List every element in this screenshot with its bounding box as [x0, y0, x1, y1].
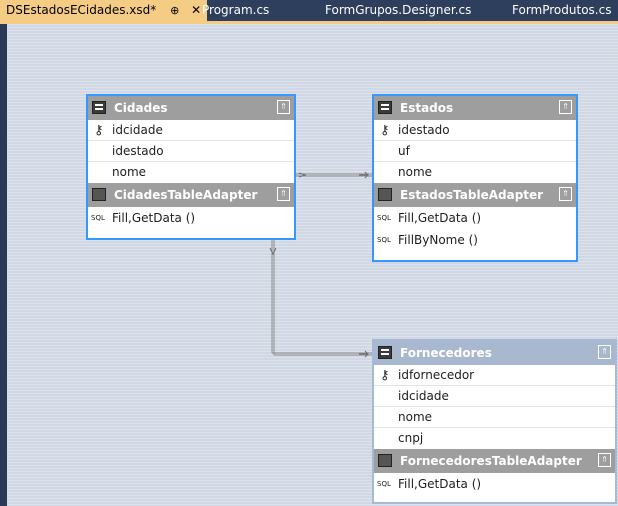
- column-row[interactable]: ⚷ idfornecedor: [374, 365, 615, 386]
- sql-query-icon: SQL: [91, 214, 105, 222]
- query-row[interactable]: SQL Fill,GetData (): [374, 207, 576, 229]
- sql-query-icon: SQL: [377, 236, 391, 244]
- sql-query-icon: SQL: [377, 480, 391, 488]
- relation-endpoint-icon: [298, 171, 369, 179]
- column-row[interactable]: idestado: [88, 141, 294, 162]
- query-name: FillByNome (): [398, 233, 478, 247]
- pin-icon[interactable]: ⊕: [170, 4, 179, 17]
- column-row[interactable]: uf: [374, 141, 576, 162]
- collapse-icon[interactable]: ⇑: [559, 100, 572, 114]
- query-row[interactable]: SQL Fill,GetData (): [88, 207, 294, 229]
- column-row[interactable]: nome: [374, 407, 615, 428]
- tableadapter-title: EstadosTableAdapter: [400, 188, 544, 202]
- collapse-icon[interactable]: ⇑: [559, 187, 572, 201]
- tab-formprodutos-cs[interactable]: FormProdutos.cs: [512, 0, 611, 21]
- datatable-header[interactable]: Estados ⇑: [374, 96, 576, 120]
- column-name: idestado: [398, 123, 450, 137]
- query-row[interactable]: SQL Fill,GetData (): [374, 473, 615, 495]
- datatable-title: Fornecedores: [400, 346, 492, 360]
- column-row[interactable]: ⚷ idcidade: [88, 120, 294, 141]
- relation-endpoint-icon: [269, 247, 369, 358]
- tableadapter-icon: [378, 188, 392, 201]
- tableadapter-title: FornecedoresTableAdapter: [400, 454, 582, 468]
- tab-formgrupos-designer[interactable]: FormGrupos.Designer.cs: [325, 0, 471, 21]
- relation-cidades-fornecedores: [271, 239, 372, 356]
- column-name: idcidade: [112, 123, 163, 137]
- datatable-icon: [92, 101, 106, 114]
- document-tab-strip: DSEstadosECidades.xsd* ⊕ ✕ Program.cs Fo…: [0, 0, 618, 24]
- tab-program-cs[interactable]: Program.cs: [202, 0, 269, 21]
- datatable-estados[interactable]: Estados ⇑ ⚷ idestado uf nome EstadosTabl…: [372, 94, 578, 262]
- dataset-designer-canvas[interactable]: Cidades ⇑ ⚷ idcidade idestado nome Cidad…: [7, 24, 618, 506]
- column-row[interactable]: idcidade: [374, 386, 615, 407]
- key-icon: ⚷: [94, 123, 104, 138]
- tab-label: DSEstadosECidades.xsd*: [6, 3, 157, 17]
- datatable-icon: [378, 101, 392, 114]
- column-row[interactable]: cnpj: [374, 428, 615, 449]
- tableadapter-icon: [92, 188, 106, 201]
- sql-query-icon: SQL: [377, 214, 391, 222]
- column-name: uf: [398, 144, 410, 158]
- tableadapter-icon: [378, 454, 392, 467]
- query-name: Fill,GetData (): [398, 477, 482, 491]
- collapse-icon[interactable]: ⇑: [598, 453, 611, 467]
- column-name: cnpj: [398, 431, 424, 445]
- datatable-icon: [378, 346, 392, 359]
- column-row[interactable]: nome: [374, 162, 576, 183]
- column-name: idestado: [112, 144, 164, 158]
- tableadapter-header[interactable]: EstadosTableAdapter ⇑: [374, 183, 576, 207]
- query-name: Fill,GetData (): [398, 211, 482, 225]
- collapse-icon[interactable]: ⇑: [277, 100, 290, 114]
- tab-dsestadosecidades[interactable]: DSEstadosECidades.xsd* ⊕ ✕: [0, 0, 208, 21]
- column-name: nome: [112, 165, 147, 179]
- tableadapter-header[interactable]: FornecedoresTableAdapter ⇑: [374, 449, 615, 473]
- tableadapter-title: CidadesTableAdapter: [114, 188, 258, 202]
- column-row[interactable]: nome: [88, 162, 294, 183]
- column-name: nome: [398, 165, 433, 179]
- column-name: idfornecedor: [398, 368, 475, 382]
- tab-label: Program.cs: [202, 3, 270, 17]
- datatable-header[interactable]: Fornecedores ⇑: [374, 341, 615, 365]
- datatable-cidades[interactable]: Cidades ⇑ ⚷ idcidade idestado nome Cidad…: [86, 94, 296, 240]
- key-icon: ⚷: [380, 123, 390, 138]
- datatable-fornecedores[interactable]: Fornecedores ⇑ ⚷ idfornecedor idcidade n…: [372, 339, 617, 504]
- datatable-title: Cidades: [114, 101, 168, 115]
- datatable-title: Estados: [400, 101, 454, 115]
- close-icon[interactable]: ✕: [191, 3, 201, 17]
- query-name: Fill,GetData (): [112, 211, 196, 225]
- key-icon: ⚷: [380, 368, 390, 383]
- column-name: idcidade: [398, 389, 449, 403]
- query-row[interactable]: SQL FillByNome (): [374, 229, 576, 251]
- datatable-header[interactable]: Cidades ⇑: [88, 96, 294, 120]
- tableadapter-header[interactable]: CidadesTableAdapter ⇑: [88, 183, 294, 207]
- collapse-icon[interactable]: ⇑: [277, 187, 290, 201]
- column-name: nome: [398, 410, 433, 424]
- tab-label: FormProdutos.cs: [512, 3, 612, 17]
- column-row[interactable]: ⚷ idestado: [374, 120, 576, 141]
- collapse-icon[interactable]: ⇑: [598, 345, 611, 359]
- tab-label: FormGrupos.Designer.cs: [325, 3, 472, 17]
